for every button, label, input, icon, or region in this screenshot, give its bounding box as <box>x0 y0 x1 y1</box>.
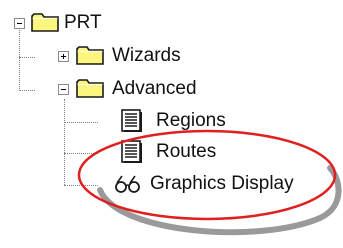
folder-icon <box>76 46 104 65</box>
tree-connector-regions <box>64 122 98 123</box>
root-collapse-toggle[interactable] <box>14 18 25 29</box>
tree-connector-wizards <box>19 57 35 58</box>
tree-item-advanced-label[interactable]: Advanced <box>112 78 197 100</box>
tree-connector-advanced-children <box>64 99 65 185</box>
tree-view: PRT Wizards Advanced Regions Routes Grap… <box>0 0 343 248</box>
tree-connector-graphics <box>64 185 98 186</box>
tree-item-regions-label[interactable]: Regions <box>156 110 226 132</box>
tree-connector-root <box>19 26 20 91</box>
glasses-icon <box>115 175 140 193</box>
tree-connector-routes <box>64 153 98 154</box>
tree-item-graphics-display-label[interactable]: Graphics Display <box>150 173 294 195</box>
document-icon <box>121 140 142 163</box>
tree-item-prt-label[interactable]: PRT <box>64 12 102 34</box>
tree-item-wizards-label[interactable]: Wizards <box>112 45 181 67</box>
advanced-collapse-toggle[interactable] <box>58 84 69 95</box>
tree-item-routes-label[interactable]: Routes <box>156 141 216 163</box>
document-icon <box>121 109 142 132</box>
wizards-expand-toggle[interactable] <box>58 51 69 62</box>
folder-icon <box>31 13 59 32</box>
tree-connector-advanced <box>19 90 35 91</box>
folder-icon <box>76 79 104 98</box>
